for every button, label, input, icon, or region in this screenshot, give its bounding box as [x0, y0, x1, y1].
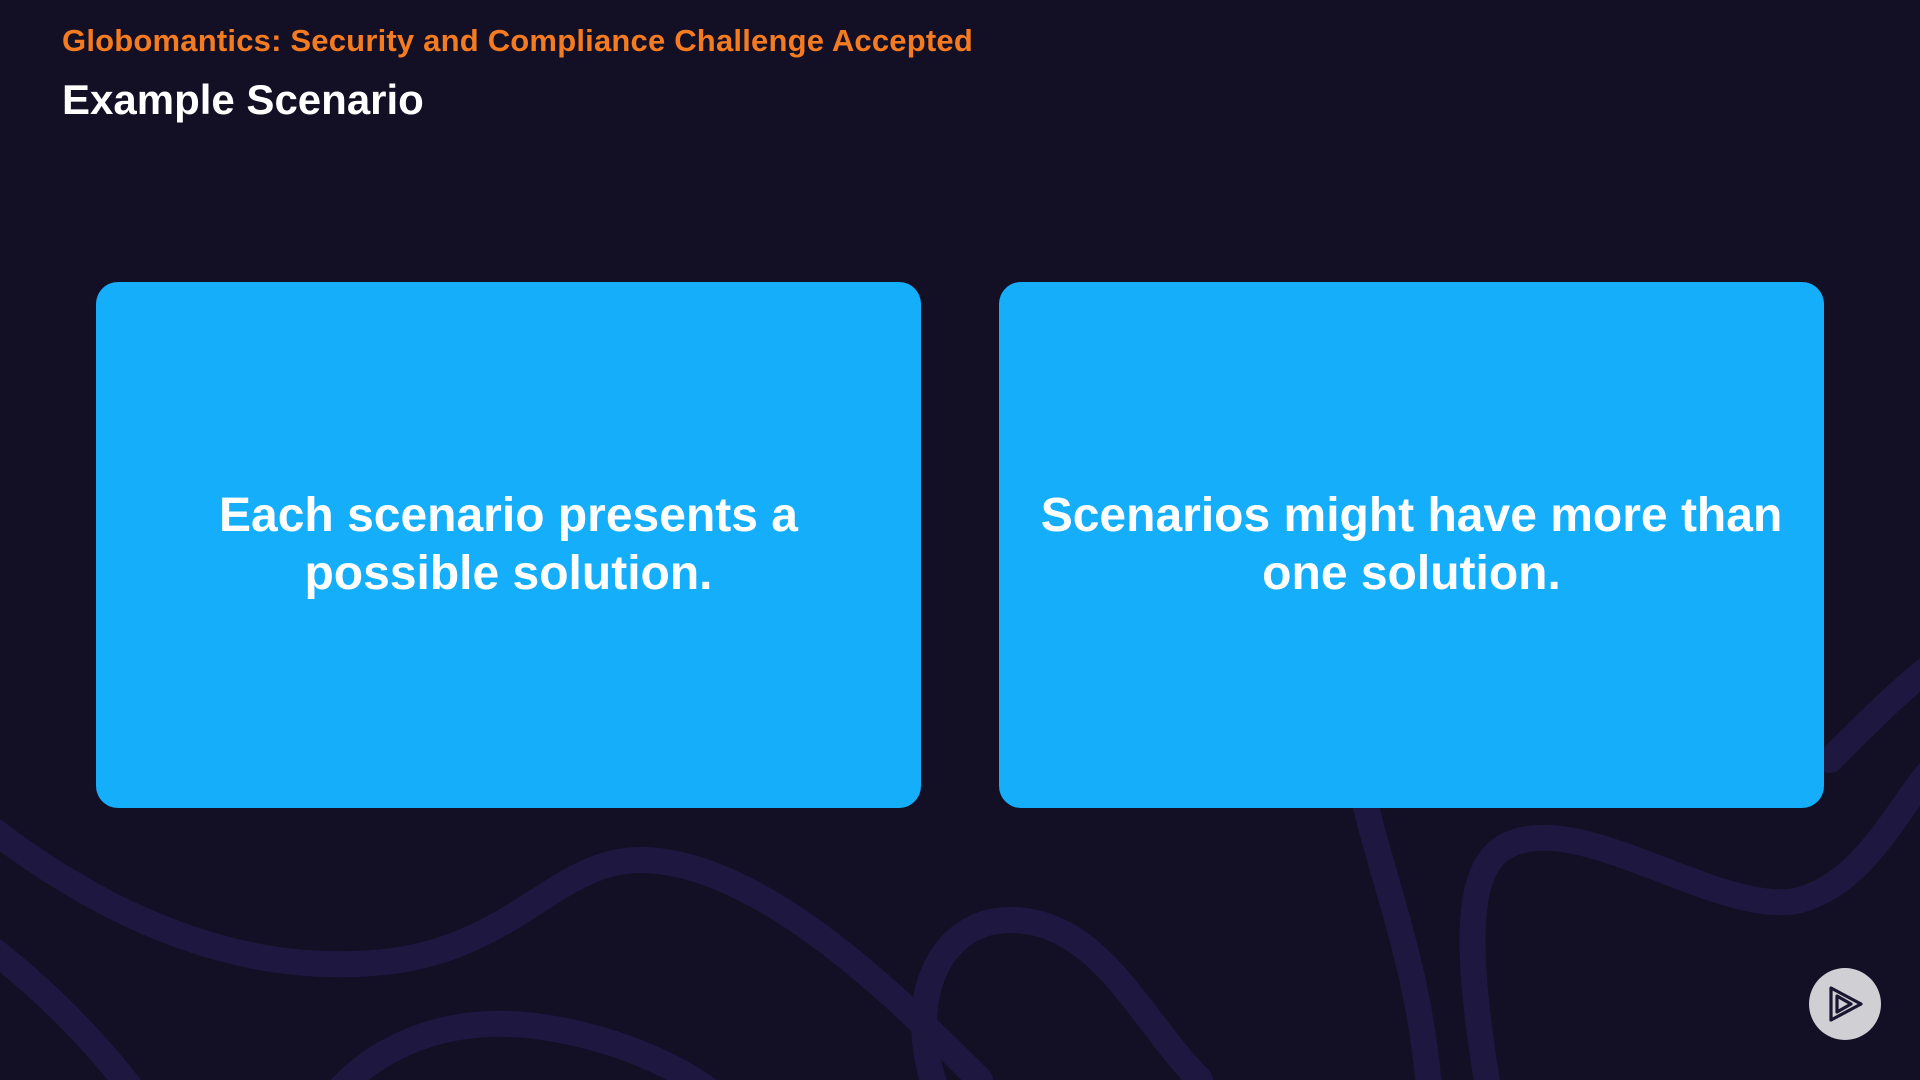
scenario-card-text: Each scenario presents a possible soluti… — [219, 489, 798, 600]
scenario-card-1: Each scenario presents a possible soluti… — [96, 282, 921, 808]
player-logo-button[interactable] — [1809, 968, 1881, 1040]
slide-title: Example Scenario — [62, 76, 424, 123]
play-logo-icon — [1829, 986, 1863, 1022]
scenario-card-2: Scenarios might have more than one solut… — [999, 282, 1824, 808]
course-title: Globomantics: Security and Compliance Ch… — [62, 23, 973, 58]
slide-header: Globomantics: Security and Compliance Ch… — [62, 22, 973, 126]
scenario-card-text: Scenarios might have more than one solut… — [1040, 489, 1783, 600]
